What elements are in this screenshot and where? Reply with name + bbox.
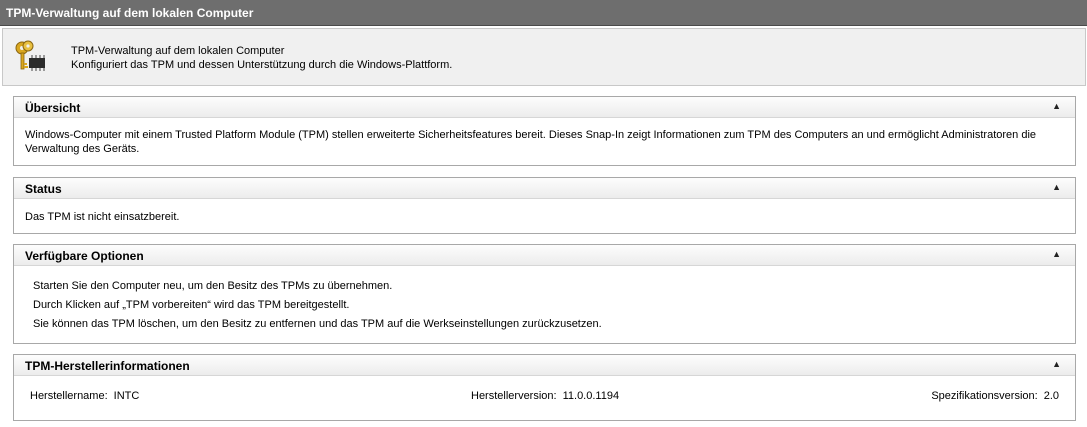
window-title: TPM-Verwaltung auf dem lokalen Computer <box>0 0 1087 26</box>
snapin-header: TPM-Verwaltung auf dem lokalen Computer … <box>2 28 1086 86</box>
collapse-arrow-icon[interactable]: ▲ <box>1052 182 1061 192</box>
collapse-arrow-icon[interactable]: ▲ <box>1052 359 1061 369</box>
option-clear: Sie können das TPM löschen, um den Besit… <box>33 318 602 330</box>
collapse-arrow-icon[interactable]: ▲ <box>1052 249 1061 259</box>
collapse-arrow-icon[interactable]: ▲ <box>1052 101 1061 111</box>
spec-version-label: Spezifikationsversion: <box>931 390 1038 402</box>
section-vendor-title: TPM-Herstellerinformationen <box>25 359 190 373</box>
section-options-header[interactable]: Verfügbare Optionen ▲ <box>14 245 1075 266</box>
section-status: Status ▲ Das TPM ist nicht einsatzbereit… <box>13 177 1076 234</box>
header-subtitle: Konfiguriert das TPM und dessen Unterstü… <box>71 59 453 71</box>
section-overview-header[interactable]: Übersicht ▲ <box>14 97 1075 118</box>
section-options: Verfügbare Optionen ▲ Starten Sie den Co… <box>13 244 1076 344</box>
vendor-name-label: Herstellername: <box>30 390 108 402</box>
header-title: TPM-Verwaltung auf dem lokalen Computer <box>71 45 285 57</box>
status-text: Das TPM ist nicht einsatzbereit. <box>25 211 180 223</box>
section-vendor-header[interactable]: TPM-Herstellerinformationen ▲ <box>14 355 1075 376</box>
vendor-version-value: 11.0.0.1194 <box>562 390 620 402</box>
spec-version-value: 2.0 <box>1043 390 1059 402</box>
section-status-header[interactable]: Status ▲ <box>14 178 1075 199</box>
section-overview-title: Übersicht <box>25 101 81 115</box>
vendor-version-label: Herstellerversion: <box>471 390 557 402</box>
spec-version: Spezifikationsversion: 2.0 <box>931 390 1059 402</box>
vendor-name: Herstellername: INTC <box>30 390 139 402</box>
section-overview: Übersicht ▲ Windows-Computer mit einem T… <box>13 96 1076 166</box>
vendor-name-value: INTC <box>113 390 140 402</box>
keys-chip-icon <box>13 39 53 75</box>
option-prepare: Durch Klicken auf „TPM vorbereiten“ wird… <box>33 299 350 311</box>
option-restart: Starten Sie den Computer neu, um den Bes… <box>33 280 393 292</box>
vendor-version: Herstellerversion: 11.0.0.1194 <box>471 390 619 402</box>
overview-text: Windows-Computer mit einem Trusted Platf… <box>25 129 1037 155</box>
section-vendor: TPM-Herstellerinformationen ▲ Hersteller… <box>13 354 1076 421</box>
section-options-title: Verfügbare Optionen <box>25 249 144 263</box>
section-status-title: Status <box>25 182 62 196</box>
